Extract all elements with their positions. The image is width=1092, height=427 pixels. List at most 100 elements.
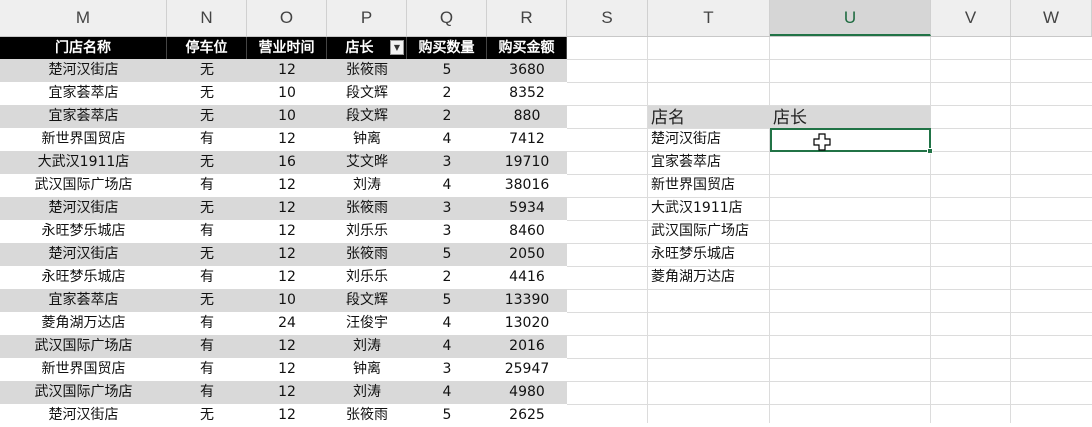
column-header-P[interactable]: P	[327, 0, 407, 36]
cell-quantity[interactable]: 5	[407, 243, 487, 266]
header-parking[interactable]: 停车位	[167, 37, 247, 59]
cell-manager[interactable]: 张筱雨	[327, 59, 407, 82]
cell-hours[interactable]: 12	[247, 220, 327, 243]
cell-manager[interactable]: 汪俊宇	[327, 312, 407, 335]
cell-parking[interactable]: 有	[167, 128, 247, 151]
cell-parking[interactable]: 无	[167, 404, 247, 427]
cell-store-name[interactable]: 新世界国贸店	[0, 128, 167, 151]
cell-hours[interactable]: 10	[247, 82, 327, 105]
cell-hours[interactable]: 12	[247, 381, 327, 404]
cell-store-name[interactable]: 宜家荟萃店	[0, 105, 167, 128]
cell-hours[interactable]: 24	[247, 312, 327, 335]
cell-quantity[interactable]: 2	[407, 266, 487, 289]
cell-parking[interactable]: 有	[167, 381, 247, 404]
cell-quantity[interactable]: 4	[407, 128, 487, 151]
cell-manager[interactable]: 刘涛	[327, 335, 407, 358]
lookup-store-item[interactable]: 新世界国贸店	[648, 174, 770, 197]
cell-manager[interactable]: 艾文晔	[327, 151, 407, 174]
cell-quantity[interactable]: 3	[407, 358, 487, 381]
lookup-store-item[interactable]: 菱角湖万达店	[648, 266, 770, 289]
cell-hours[interactable]: 10	[247, 105, 327, 128]
cell-parking[interactable]: 无	[167, 151, 247, 174]
cell-quantity[interactable]: 3	[407, 220, 487, 243]
lookup-header-manager[interactable]: 店长	[770, 106, 931, 128]
cell-amount[interactable]: 2625	[487, 404, 567, 427]
filter-dropdown-icon[interactable]: ▼	[390, 40, 404, 55]
cell-amount[interactable]: 8460	[487, 220, 567, 243]
column-header-T[interactable]: T	[648, 0, 770, 36]
cell-store-name[interactable]: 楚河汉街店	[0, 59, 167, 82]
cell-quantity[interactable]: 2	[407, 82, 487, 105]
cell-store-name[interactable]: 永旺梦乐城店	[0, 220, 167, 243]
cell-quantity[interactable]: 3	[407, 197, 487, 220]
cell-manager[interactable]: 段文辉	[327, 82, 407, 105]
cell-amount[interactable]: 4980	[487, 381, 567, 404]
cell-store-name[interactable]: 新世界国贸店	[0, 358, 167, 381]
cell-manager[interactable]: 刘涛	[327, 381, 407, 404]
lookup-store-item[interactable]: 武汉国际广场店	[648, 220, 770, 243]
cell-parking[interactable]: 无	[167, 243, 247, 266]
cell-quantity[interactable]: 4	[407, 381, 487, 404]
column-header-R[interactable]: R	[487, 0, 567, 36]
cell-parking[interactable]: 有	[167, 266, 247, 289]
cell-hours[interactable]: 12	[247, 128, 327, 151]
cell-store-name[interactable]: 武汉国际广场店	[0, 335, 167, 358]
cell-parking[interactable]: 无	[167, 82, 247, 105]
cell-parking[interactable]: 无	[167, 289, 247, 312]
cell-amount[interactable]: 13020	[487, 312, 567, 335]
cell-amount[interactable]: 4416	[487, 266, 567, 289]
cell-manager[interactable]: 钟离	[327, 128, 407, 151]
cell-amount[interactable]: 2016	[487, 335, 567, 358]
cell-hours[interactable]: 12	[247, 59, 327, 82]
cell-manager[interactable]: 张筱雨	[327, 197, 407, 220]
cell-quantity[interactable]: 3	[407, 151, 487, 174]
cell-quantity[interactable]: 4	[407, 312, 487, 335]
cell-manager[interactable]: 钟离	[327, 358, 407, 381]
cell-amount[interactable]: 3680	[487, 59, 567, 82]
cell-store-name[interactable]: 楚河汉街店	[0, 243, 167, 266]
cell-parking[interactable]: 无	[167, 105, 247, 128]
cell-store-name[interactable]: 武汉国际广场店	[0, 174, 167, 197]
cell-parking[interactable]: 有	[167, 220, 247, 243]
cell-quantity[interactable]: 2	[407, 105, 487, 128]
cell-manager[interactable]: 张筱雨	[327, 404, 407, 427]
cell-amount[interactable]: 13390	[487, 289, 567, 312]
cell-manager[interactable]: 刘乐乐	[327, 220, 407, 243]
header-store-name[interactable]: 门店名称	[0, 37, 167, 59]
cell-store-name[interactable]: 大武汉1911店	[0, 151, 167, 174]
cell-hours[interactable]: 10	[247, 289, 327, 312]
cell-amount[interactable]: 38016	[487, 174, 567, 197]
cell-store-name[interactable]: 宜家荟萃店	[0, 289, 167, 312]
cell-amount[interactable]: 19710	[487, 151, 567, 174]
cell-manager[interactable]: 刘涛	[327, 174, 407, 197]
lookup-store-item[interactable]: 大武汉1911店	[648, 197, 770, 220]
cell-quantity[interactable]: 5	[407, 289, 487, 312]
column-header-M[interactable]: M	[0, 0, 167, 36]
lookup-store-item[interactable]: 永旺梦乐城店	[648, 243, 770, 266]
column-header-W[interactable]: W	[1011, 0, 1092, 36]
cell-manager[interactable]: 刘乐乐	[327, 266, 407, 289]
cell-hours[interactable]: 16	[247, 151, 327, 174]
cell-parking[interactable]: 有	[167, 174, 247, 197]
cell-store-name[interactable]: 楚河汉街店	[0, 197, 167, 220]
cell-parking[interactable]: 有	[167, 335, 247, 358]
cell-quantity[interactable]: 4	[407, 335, 487, 358]
cell-store-name[interactable]: 楚河汉街店	[0, 404, 167, 427]
header-quantity[interactable]: 购买数量	[407, 37, 487, 59]
cell-hours[interactable]: 12	[247, 335, 327, 358]
column-header-Q[interactable]: Q	[407, 0, 487, 36]
cell-quantity[interactable]: 5	[407, 404, 487, 427]
column-header-N[interactable]: N	[167, 0, 247, 36]
cell-quantity[interactable]: 4	[407, 174, 487, 197]
lookup-store-item[interactable]: 楚河汉街店	[648, 128, 770, 151]
column-header-V[interactable]: V	[931, 0, 1011, 36]
cell-parking[interactable]: 无	[167, 197, 247, 220]
header-hours[interactable]: 营业时间	[247, 37, 327, 59]
header-amount[interactable]: 购买金额	[487, 37, 567, 59]
cell-amount[interactable]: 880	[487, 105, 567, 128]
fill-handle[interactable]	[927, 148, 933, 154]
cell-store-name[interactable]: 宜家荟萃店	[0, 82, 167, 105]
lookup-store-item[interactable]: 宜家荟萃店	[648, 151, 770, 174]
cell-manager[interactable]: 张筱雨	[327, 243, 407, 266]
cell-parking[interactable]: 有	[167, 358, 247, 381]
